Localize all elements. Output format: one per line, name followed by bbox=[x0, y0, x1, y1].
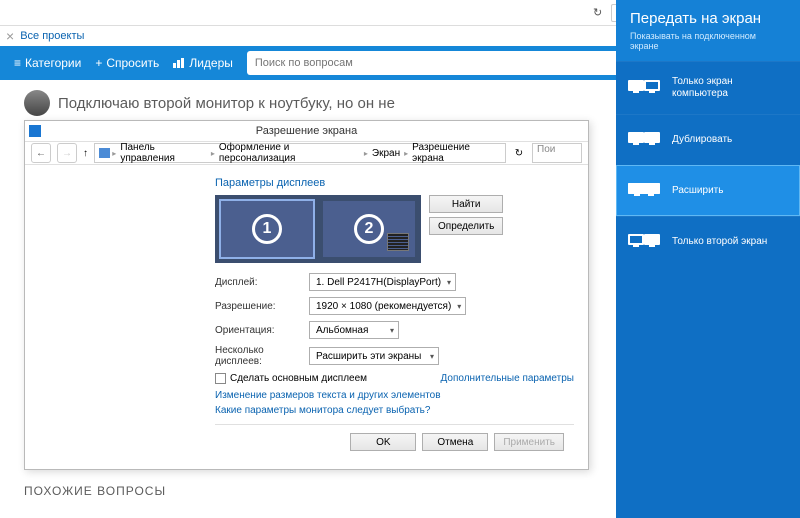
nav-leaders[interactable]: Лидеры bbox=[173, 56, 233, 70]
project-item-extend[interactable]: Расширить bbox=[616, 165, 800, 216]
duplicate-icon bbox=[628, 129, 662, 151]
project-item-second-only[interactable]: Только второй экран bbox=[616, 216, 800, 267]
question-title: Подключаю второй монитор к ноутбуку, но … bbox=[58, 95, 395, 112]
find-button[interactable]: Найти bbox=[429, 195, 503, 213]
primary-checkbox-label: Сделать основным дисплеем bbox=[230, 373, 367, 384]
display-label: Дисплей: bbox=[215, 277, 309, 288]
project-item-duplicate[interactable]: Дублировать bbox=[616, 114, 800, 165]
window-title: Разрешение экрана bbox=[256, 125, 357, 137]
apply-button[interactable]: Применить bbox=[494, 433, 564, 451]
text-size-link[interactable]: Изменение размеров текста и других элеме… bbox=[215, 390, 574, 401]
project-item-pc-only[interactable]: Только экран компьютера bbox=[616, 61, 800, 114]
second-only-icon bbox=[628, 231, 662, 253]
keyboard-icon bbox=[387, 233, 409, 251]
project-item-label: Расширить bbox=[672, 185, 723, 197]
detect-button[interactable]: Определить bbox=[429, 217, 503, 235]
window-titlebar: Разрешение экрана bbox=[25, 121, 588, 141]
project-header: Передать на экран Показывать на подключе… bbox=[616, 0, 800, 61]
bars-icon bbox=[173, 58, 185, 68]
nav-categories[interactable]: ≡ Категории bbox=[14, 56, 81, 70]
nav-ask[interactable]: + Спросить bbox=[95, 56, 159, 70]
monitor-1[interactable]: 1 bbox=[219, 199, 315, 259]
extend-icon bbox=[628, 180, 662, 202]
close-icon[interactable]: × bbox=[6, 28, 14, 44]
orientation-select[interactable]: Альбомная bbox=[309, 321, 399, 339]
settings-main: Параметры дисплеев 1 2 Найти Определить … bbox=[215, 165, 588, 469]
crumb-appearance[interactable]: Оформление и персонализация bbox=[217, 142, 362, 164]
advanced-link[interactable]: Дополнительные параметры bbox=[441, 373, 574, 384]
resolution-select[interactable]: 1920 × 1080 (рекомендуется) bbox=[309, 297, 466, 315]
refresh-icon[interactable]: ↻ bbox=[512, 148, 526, 159]
resolution-label: Разрешение: bbox=[215, 301, 309, 312]
resolution-window: Разрешение экрана ← → ↑ ▸ Панель управле… bbox=[24, 120, 589, 470]
project-subtitle: Показывать на подключенном экране bbox=[630, 31, 786, 51]
monitor-2[interactable]: 2 bbox=[321, 199, 417, 259]
back-button[interactable]: ← bbox=[31, 143, 51, 163]
explorer-navbar: ← → ↑ ▸ Панель управления ▸ Оформление и… bbox=[25, 141, 588, 165]
multi-display-select[interactable]: Расширить эти экраны bbox=[309, 347, 439, 365]
cancel-button[interactable]: Отмена bbox=[422, 433, 488, 451]
primary-checkbox[interactable] bbox=[215, 373, 226, 384]
monitor-preview[interactable]: 1 2 bbox=[215, 195, 421, 263]
project-panel: Передать на экран Показывать на подключе… bbox=[616, 0, 800, 518]
ok-button[interactable]: OK bbox=[350, 433, 416, 451]
crumb-resolution[interactable]: Разрешение экрана bbox=[410, 142, 501, 164]
pc-only-icon bbox=[628, 77, 662, 99]
pc-icon bbox=[99, 148, 110, 158]
plus-icon: + bbox=[95, 56, 102, 70]
up-icon[interactable]: ↑ bbox=[83, 148, 88, 159]
project-item-label: Только второй экран bbox=[672, 236, 767, 248]
project-title: Передать на экран bbox=[630, 10, 786, 27]
multi-display-label: Несколько дисплеев: bbox=[215, 345, 309, 367]
project-item-label: Дублировать bbox=[672, 134, 732, 146]
crumb-cp[interactable]: Панель управления bbox=[118, 142, 209, 164]
display-select[interactable]: 1. Dell P2417H(DisplayPort) bbox=[309, 273, 456, 291]
asker-avatar[interactable] bbox=[24, 90, 50, 116]
breadcrumb[interactable]: ▸ Панель управления ▸ Оформление и персо… bbox=[94, 143, 506, 163]
project-item-label: Только экран компьютера bbox=[672, 76, 733, 100]
orientation-label: Ориентация: bbox=[215, 325, 309, 336]
refresh-icon[interactable]: ↻ bbox=[591, 6, 605, 20]
which-params-link[interactable]: Какие параметры монитора следует выбрать… bbox=[215, 405, 574, 416]
explorer-search[interactable]: Пои bbox=[532, 143, 582, 163]
list-icon: ≡ bbox=[14, 56, 21, 70]
app-icon bbox=[29, 125, 41, 137]
crumb-screen[interactable]: Экран bbox=[370, 148, 402, 159]
all-projects-link[interactable]: Все проекты bbox=[20, 30, 84, 42]
forward-button[interactable]: → bbox=[57, 143, 77, 163]
section-title: Параметры дисплеев bbox=[215, 177, 574, 189]
